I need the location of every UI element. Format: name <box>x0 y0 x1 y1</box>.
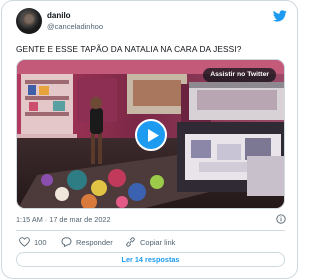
video-player[interactable]: Assistir no Twitter <box>16 59 285 209</box>
watch-on-twitter-button[interactable]: Assistir no Twitter <box>203 68 276 82</box>
link-icon <box>126 237 135 247</box>
info-icon[interactable] <box>276 214 286 224</box>
like-count: 100 <box>34 238 47 247</box>
copy-link-label: Copiar link <box>140 238 176 247</box>
read-replies-button[interactable]: Ler 14 respostas <box>16 252 285 267</box>
twitter-bird-icon[interactable] <box>273 10 287 22</box>
copy-link-button[interactable]: Copiar link <box>125 237 185 247</box>
play-icon <box>148 129 159 142</box>
reply-button[interactable]: Responder <box>61 237 121 247</box>
play-button[interactable] <box>135 119 167 151</box>
tweet-card: danilo @canceladinhoo GENTE E ESSE TAPÃO… <box>1 0 298 279</box>
reply-label: Responder <box>76 238 113 247</box>
reply-icon <box>61 237 72 247</box>
user-handle[interactable]: @canceladinhoo <box>47 22 103 31</box>
display-name[interactable]: danilo <box>47 11 71 20</box>
like-button[interactable]: 100 <box>19 237 51 247</box>
tweet-timestamp[interactable]: 1:15 AM · 17 de mar de 2022 <box>16 215 111 224</box>
divider <box>16 230 285 231</box>
heart-icon <box>19 237 30 247</box>
avatar[interactable] <box>16 8 42 34</box>
tweet-text: GENTE E ESSE TAPÃO DA NATALIA NA CARA DA… <box>16 44 242 54</box>
